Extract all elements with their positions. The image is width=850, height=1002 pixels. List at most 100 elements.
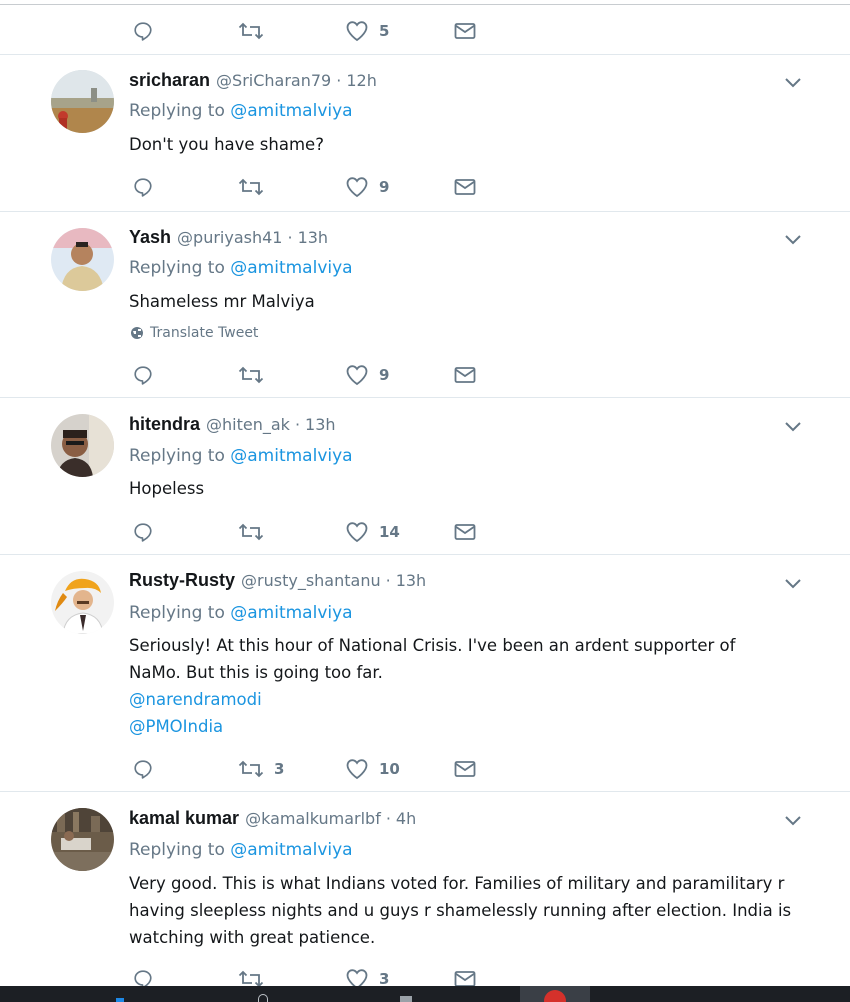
timestamp[interactable]: 13h	[396, 571, 427, 590]
replying-mention-link[interactable]: @amitmalviya	[230, 603, 352, 623]
replying-mention-link[interactable]: @amitmalviya	[230, 446, 352, 466]
timestamp[interactable]: 13h	[298, 228, 329, 247]
tweet-divider	[0, 554, 850, 555]
display-name[interactable]: Rusty-Rusty	[129, 570, 235, 591]
envelope-icon	[454, 524, 476, 540]
retweet-button[interactable]	[238, 519, 274, 545]
tweet-divider	[0, 397, 850, 398]
retweet-icon	[238, 760, 264, 778]
timestamp[interactable]: 13h	[305, 415, 336, 434]
display-name[interactable]: hitendra	[129, 414, 200, 435]
retweet-button[interactable]: 3	[238, 756, 284, 782]
like-button[interactable]: 9	[345, 174, 389, 200]
tweet-header: sricharan @SriCharan79 · 12h	[129, 70, 377, 94]
user-handle[interactable]: @kamalkumarlbf	[245, 809, 381, 828]
display-name[interactable]: Yash	[129, 227, 171, 248]
retweet-icon	[238, 523, 264, 541]
tweet-text: Shameless mr Malviya	[129, 288, 819, 315]
display-name[interactable]: kamal kumar	[129, 808, 239, 829]
direct-message-button[interactable]	[454, 756, 476, 782]
mention-link[interactable]: @PMOIndia	[129, 713, 819, 740]
heart-icon	[346, 759, 368, 780]
taskbar-app-icon[interactable]	[116, 998, 124, 1002]
taskbar-app-icon[interactable]	[258, 994, 268, 1002]
like-count: 9	[379, 366, 390, 384]
outdoor-photo-avatar-icon	[51, 808, 114, 871]
separator: ·	[294, 415, 301, 434]
taskbar	[0, 986, 850, 1002]
chevron-down-icon[interactable]	[783, 76, 803, 90]
tweet-header: Yash @puriyash41 · 13h	[129, 227, 328, 251]
display-name[interactable]: sricharan	[129, 70, 210, 91]
like-count: 10	[379, 760, 400, 778]
like-button[interactable]: 9	[345, 362, 389, 388]
mention-link[interactable]: @narendramodi	[129, 686, 819, 713]
avatar[interactable]	[51, 70, 114, 133]
user-handle[interactable]: @SriCharan79	[216, 71, 331, 90]
tweet-divider	[0, 791, 850, 792]
reply-button[interactable]	[132, 174, 164, 200]
retweet-icon	[238, 178, 264, 196]
retweet-icon	[238, 22, 264, 40]
translate-tweet-link[interactable]: Translate Tweet	[130, 325, 258, 341]
replying-mention-link[interactable]: @amitmalviya	[230, 101, 352, 121]
like-button[interactable]: 5	[345, 18, 389, 44]
taskbar-app-icon[interactable]	[400, 996, 412, 1002]
like-button[interactable]: 14	[345, 519, 400, 545]
retweet-button[interactable]	[238, 174, 274, 200]
replying-mention-link[interactable]: @amitmalviya	[230, 840, 352, 860]
chevron-down-icon[interactable]	[783, 420, 803, 434]
avatar[interactable]	[51, 808, 114, 871]
reply-icon	[134, 178, 152, 197]
user-handle[interactable]: @hiten_ak	[206, 415, 290, 434]
chevron-down-icon[interactable]	[783, 577, 803, 591]
direct-message-button[interactable]	[454, 362, 476, 388]
tweet-text: Very good. This is what Indians voted fo…	[129, 870, 819, 951]
avatar[interactable]	[51, 414, 114, 477]
user-handle[interactable]: @puriyash41	[177, 228, 282, 247]
tweet-text-line: having sleepless nights and u guys r sha…	[129, 901, 792, 920]
person-photo-avatar-icon	[51, 414, 114, 477]
person-photo-avatar-icon	[51, 228, 114, 291]
separator: ·	[385, 809, 391, 828]
replying-mention-link[interactable]: @amitmalviya	[230, 258, 352, 278]
direct-message-button[interactable]	[454, 519, 476, 545]
heart-icon	[346, 177, 368, 198]
replying-to: Replying to @amitmalviya	[129, 446, 353, 466]
replying-prefix: Replying to	[129, 603, 231, 623]
user-handle[interactable]: @rusty_shantanu	[241, 571, 381, 590]
like-count: 14	[379, 523, 400, 541]
heart-icon	[346, 21, 368, 42]
avatar[interactable]	[51, 571, 114, 634]
retweet-button[interactable]	[238, 362, 274, 388]
reply-button[interactable]	[132, 519, 164, 545]
retweet-button[interactable]	[238, 18, 274, 44]
tweet-text: Don't you have shame?	[129, 131, 819, 158]
avatar[interactable]	[51, 228, 114, 291]
tweet-header: kamal kumar @kamalkumarlbf · 4h	[129, 808, 416, 832]
replying-to: Replying to @amitmalviya	[129, 840, 353, 860]
landscape-photo-avatar-icon	[51, 70, 114, 133]
envelope-icon	[454, 23, 476, 39]
reply-icon	[134, 523, 152, 542]
tweet-text-line: watching with great patience.	[129, 928, 376, 947]
envelope-icon	[454, 179, 476, 195]
separator: ·	[385, 571, 391, 590]
like-button[interactable]: 10	[345, 756, 400, 782]
direct-message-button[interactable]	[454, 174, 476, 200]
heart-icon	[346, 365, 368, 386]
tweet-text: Seriously! At this hour of National Cris…	[129, 632, 819, 740]
tweet-text-line: Don't you have shame?	[129, 135, 324, 154]
reply-button[interactable]	[132, 18, 164, 44]
chevron-down-icon[interactable]	[783, 814, 803, 828]
reply-button[interactable]	[132, 756, 164, 782]
timestamp[interactable]: 4h	[396, 809, 416, 828]
chevron-down-icon[interactable]	[783, 233, 803, 247]
reply-button[interactable]	[132, 362, 164, 388]
translate-label: Translate Tweet	[150, 325, 259, 341]
direct-message-button[interactable]	[454, 18, 476, 44]
replying-prefix: Replying to	[129, 101, 231, 121]
separator: ·	[287, 228, 293, 247]
timestamp[interactable]: 12h	[346, 71, 377, 90]
like-count: 5	[379, 22, 390, 40]
